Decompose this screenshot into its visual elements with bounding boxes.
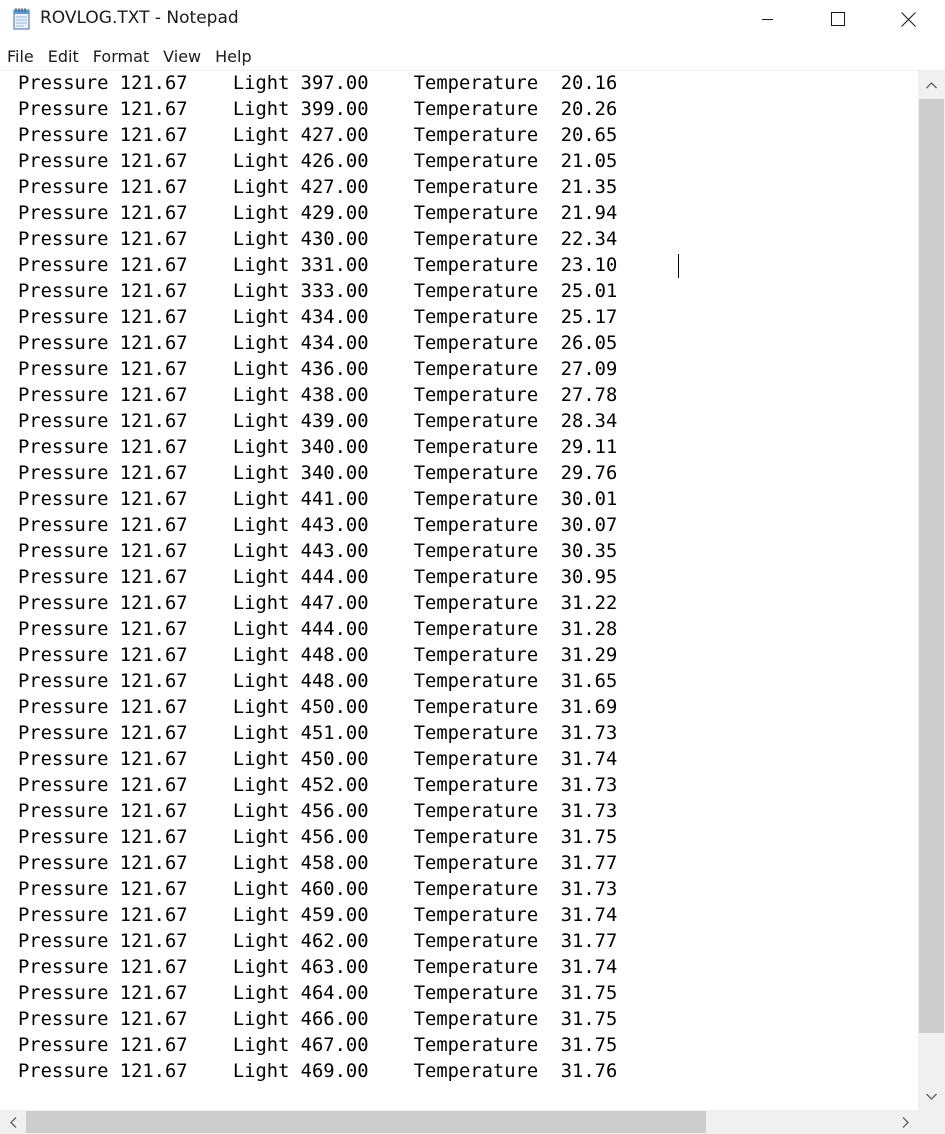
text-line: Pressure 121.67 Light 448.00 Temperature…	[18, 645, 618, 666]
text-line: Pressure 121.67 Light 436.00 Temperature…	[18, 359, 618, 380]
text-line: Pressure 121.67 Light 460.00 Temperature…	[18, 879, 618, 900]
text-line: Pressure 121.67 Light 456.00 Temperature…	[18, 827, 618, 848]
menu-bar: File Edit Format View Help	[0, 44, 945, 70]
text-line: Pressure 121.67 Light 469.00 Temperature…	[18, 1061, 618, 1082]
text-line: Pressure 121.67 Light 399.00 Temperature…	[18, 99, 618, 120]
text-line: Pressure 121.67 Light 438.00 Temperature…	[18, 385, 618, 406]
text-line: Pressure 121.67 Light 427.00 Temperature…	[18, 125, 618, 146]
text-line: Pressure 121.67 Light 340.00 Temperature…	[18, 437, 618, 458]
notepad-icon[interactable]	[12, 7, 32, 31]
menu-edit[interactable]: Edit	[41, 44, 86, 70]
text-line: Pressure 121.67 Light 459.00 Temperature…	[18, 905, 618, 926]
chevron-down-icon	[926, 1093, 937, 1100]
text-line: Pressure 121.67 Light 450.00 Temperature…	[18, 697, 618, 718]
text-line: Pressure 121.67 Light 439.00 Temperature…	[18, 411, 618, 432]
scrollbar-corner	[918, 1110, 945, 1134]
menu-file[interactable]: File	[0, 44, 41, 70]
vertical-scrollbar[interactable]	[918, 71, 945, 1110]
document-text: Pressure 121.67 Light 397.00 Temperature…	[18, 71, 617, 1085]
horizontal-scrollbar[interactable]	[0, 1110, 918, 1134]
scroll-up-button[interactable]	[918, 71, 945, 99]
title-bar[interactable]: ROVLOG.TXT - Notepad	[0, 0, 945, 40]
vertical-scroll-thumb[interactable]	[919, 99, 944, 1033]
menu-format[interactable]: Format	[86, 44, 156, 70]
text-line: Pressure 121.67 Light 466.00 Temperature…	[18, 1009, 618, 1030]
chevron-up-icon	[926, 81, 937, 88]
text-line: Pressure 121.67 Light 443.00 Temperature…	[18, 515, 618, 536]
window-title: ROVLOG.TXT - Notepad	[40, 8, 239, 28]
scroll-down-button[interactable]	[918, 1082, 945, 1110]
text-line: Pressure 121.67 Light 331.00 Temperature…	[18, 255, 618, 276]
text-line: Pressure 121.67 Light 458.00 Temperature…	[18, 853, 618, 874]
text-line: Pressure 121.67 Light 429.00 Temperature…	[18, 203, 618, 224]
menu-view[interactable]: View	[156, 44, 208, 70]
text-line: Pressure 121.67 Light 397.00 Temperature…	[18, 73, 618, 94]
text-line: Pressure 121.67 Light 434.00 Temperature…	[18, 333, 618, 354]
text-line: Pressure 121.67 Light 333.00 Temperature…	[18, 281, 618, 302]
text-line: Pressure 121.67 Light 434.00 Temperature…	[18, 307, 618, 328]
close-icon	[900, 11, 916, 27]
text-line: Pressure 121.67 Light 340.00 Temperature…	[18, 463, 618, 484]
text-line: Pressure 121.67 Light 452.00 Temperature…	[18, 775, 618, 796]
text-line: Pressure 121.67 Light 464.00 Temperature…	[18, 983, 618, 1004]
minimize-button[interactable]	[733, 0, 803, 38]
scroll-right-button[interactable]	[892, 1110, 918, 1134]
text-editor[interactable]: Pressure 121.67 Light 397.00 Temperature…	[0, 71, 918, 1110]
text-caret	[678, 254, 679, 278]
text-line: Pressure 121.67 Light 441.00 Temperature…	[18, 489, 618, 510]
text-line: Pressure 121.67 Light 448.00 Temperature…	[18, 671, 618, 692]
notepad-window: ROVLOG.TXT - Notepad File Edit Format Vi…	[0, 0, 945, 1134]
text-line: Pressure 121.67 Light 467.00 Temperature…	[18, 1035, 618, 1056]
text-line: Pressure 121.67 Light 462.00 Temperature…	[18, 931, 618, 952]
chevron-left-icon	[9, 1116, 16, 1128]
text-line: Pressure 121.67 Light 451.00 Temperature…	[18, 723, 618, 744]
text-line: Pressure 121.67 Light 450.00 Temperature…	[18, 749, 618, 770]
scroll-left-button[interactable]	[0, 1110, 26, 1134]
maximize-icon	[831, 12, 845, 26]
close-button[interactable]	[873, 0, 943, 38]
text-line: Pressure 121.67 Light 426.00 Temperature…	[18, 151, 618, 172]
text-line: Pressure 121.67 Light 427.00 Temperature…	[18, 177, 618, 198]
maximize-button[interactable]	[803, 0, 873, 38]
text-line: Pressure 121.67 Light 444.00 Temperature…	[18, 567, 618, 588]
text-line: Pressure 121.67 Light 456.00 Temperature…	[18, 801, 618, 822]
minimize-icon	[762, 19, 773, 20]
text-line: Pressure 121.67 Light 444.00 Temperature…	[18, 619, 618, 640]
menu-help[interactable]: Help	[208, 44, 258, 70]
text-line: Pressure 121.67 Light 430.00 Temperature…	[18, 229, 618, 250]
horizontal-scroll-thumb[interactable]	[26, 1111, 706, 1133]
text-line: Pressure 121.67 Light 447.00 Temperature…	[18, 593, 618, 614]
chevron-right-icon	[902, 1116, 909, 1128]
text-line: Pressure 121.67 Light 443.00 Temperature…	[18, 541, 618, 562]
text-line: Pressure 121.67 Light 463.00 Temperature…	[18, 957, 618, 978]
